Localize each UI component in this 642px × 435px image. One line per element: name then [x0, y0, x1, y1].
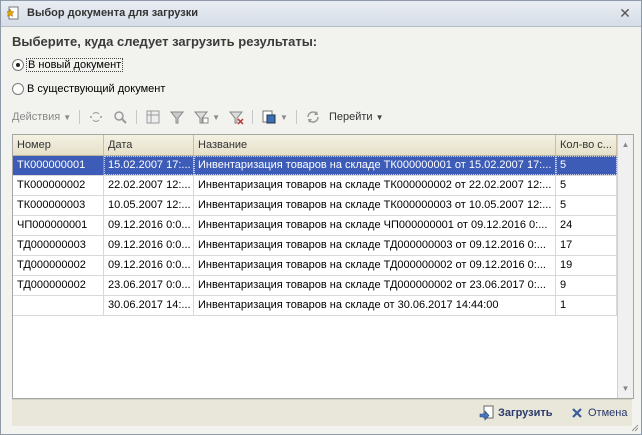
toolbar-divider	[252, 110, 254, 124]
cell-name: Инвентаризация товаров на складе от 30.0…	[194, 296, 556, 315]
cell-count: 5	[556, 176, 617, 195]
goto-label: Перейти	[328, 111, 373, 123]
cell-count: 9	[556, 276, 617, 295]
scroll-down-icon[interactable]: ▼	[618, 381, 633, 396]
actions-menu[interactable]: Действия ▼	[12, 107, 71, 127]
cell-date: 23.06.2017 0:0...	[104, 276, 194, 295]
cell-name: Инвентаризация товаров на складе ТК00000…	[194, 176, 556, 195]
chevron-down-icon: ▼	[63, 112, 72, 122]
refresh-icon	[307, 111, 319, 123]
cell-count: 24	[556, 216, 617, 235]
cell-name: Инвентаризация товаров на складе ЧП00000…	[194, 216, 556, 235]
cell-count: 17	[556, 236, 617, 255]
vertical-scrollbar[interactable]: ▲ ▼	[617, 135, 633, 398]
cell-count: 1	[556, 296, 617, 315]
dialog-footer: Загрузить Отмена	[12, 399, 632, 426]
option-existing-document[interactable]: В существующий документ	[12, 81, 165, 97]
toolbar: Действия ▼ ▼ ▼ Перейти ▼	[12, 107, 632, 127]
find-icon	[114, 111, 127, 124]
resize-grip-icon[interactable]	[629, 422, 639, 432]
table-row[interactable]: ТК000000002 22.02.2007 12:... Инвентариз…	[13, 176, 617, 196]
cell-count: 19	[556, 256, 617, 275]
cell-date: 09.12.2016 0:0...	[104, 236, 194, 255]
document-star-icon	[7, 6, 19, 20]
scroll-up-icon[interactable]: ▲	[618, 137, 633, 152]
filter-table-button[interactable]	[145, 107, 161, 127]
load-label: Загрузить	[498, 407, 553, 419]
table-filter-icon	[146, 110, 160, 124]
clear-filter-button[interactable]	[228, 107, 244, 127]
option-label: В существующий документ	[27, 83, 166, 95]
column-header-date[interactable]: Дата	[104, 135, 194, 155]
cell-count: 5	[556, 156, 617, 175]
cell-count: 5	[556, 196, 617, 215]
toolbar-divider	[79, 110, 81, 124]
dialog-window: Выбор документа для загрузки ✕ Выберите,…	[0, 0, 642, 435]
cell-number: ТД000000002	[13, 256, 104, 275]
cell-number: ТД000000003	[13, 236, 104, 255]
goto-menu[interactable]: Перейти ▼	[329, 107, 384, 127]
table-row[interactable]: ТК000000003 10.05.2007 12:... Инвентариз…	[13, 196, 617, 216]
cell-number: ТК000000001	[13, 156, 104, 175]
table-row[interactable]: ТД000000003 09.12.2016 0:0... Инвентариз…	[13, 236, 617, 256]
load-icon	[479, 405, 494, 421]
refresh-button[interactable]	[305, 107, 321, 127]
cell-name: Инвентаризация товаров на складе ТД00000…	[194, 236, 556, 255]
cell-date: 09.12.2016 0:0...	[104, 216, 194, 235]
chevron-down-icon: ▼	[280, 112, 288, 122]
table-row[interactable]: ЧП000000001 09.12.2016 0:0... Инвентариз…	[13, 216, 617, 236]
actions-label: Действия	[12, 111, 61, 123]
window-title: Выбор документа для загрузки	[27, 7, 199, 19]
cell-number: ЧП000000001	[13, 216, 104, 235]
filter-settings-menu[interactable]: ▼	[193, 107, 220, 127]
radio-existing-document[interactable]	[12, 83, 24, 95]
cancel-icon	[572, 408, 582, 418]
filter-icon	[170, 111, 185, 124]
column-header-number[interactable]: Номер	[13, 135, 104, 155]
table-body: ТК000000001 15.02.2007 17:... Инвентариз…	[13, 156, 617, 316]
table-row[interactable]: ТК000000001 15.02.2007 17:... Инвентариз…	[13, 156, 617, 176]
filter-settings-icon	[194, 111, 209, 124]
document-structure-icon	[262, 110, 276, 124]
chevron-down-icon: ▼	[212, 112, 221, 122]
option-new-document[interactable]: В новый документ	[12, 57, 124, 73]
cell-date: 09.12.2016 0:0...	[104, 256, 194, 275]
cancel-label: Отмена	[588, 407, 628, 419]
cell-number	[13, 296, 104, 315]
chevron-down-icon: ▼	[375, 112, 384, 122]
link-icon	[90, 112, 103, 122]
documents-table[interactable]: Номер Дата Название Кол-во с... ТК000000…	[12, 134, 634, 399]
clear-filter-icon	[228, 111, 244, 125]
table-row[interactable]: 30.06.2017 14:... Инвентаризация товаров…	[13, 296, 617, 316]
cell-name: Инвентаризация товаров на складе ТД00000…	[194, 256, 556, 275]
toolbar-divider	[136, 110, 138, 124]
title-bar: Выбор документа для загрузки ✕	[1, 1, 641, 27]
page-title: Выберите, куда следует загрузить результ…	[12, 34, 318, 49]
link-button[interactable]	[88, 107, 104, 127]
cell-date: 15.02.2007 17:...	[104, 156, 194, 175]
cancel-button[interactable]: Отмена	[569, 405, 627, 421]
cell-name: Инвентаризация товаров на складе ТД00000…	[194, 276, 556, 295]
cell-date: 30.06.2017 14:...	[104, 296, 194, 315]
cell-number: ТД000000002	[13, 276, 104, 295]
load-button[interactable]: Загрузить	[479, 405, 553, 421]
option-label: В новый документ	[25, 58, 124, 72]
structure-menu[interactable]: ▼	[261, 107, 288, 127]
filter-button[interactable]	[169, 107, 185, 127]
cell-date: 10.05.2007 12:...	[104, 196, 194, 215]
cell-date: 22.02.2007 12:...	[104, 176, 194, 195]
cell-number: ТК000000002	[13, 176, 104, 195]
toolbar-divider	[295, 110, 297, 124]
table-row[interactable]: ТД000000002 09.12.2016 0:0... Инвентариз…	[13, 256, 617, 276]
table-row[interactable]: ТД000000002 23.06.2017 0:0... Инвентариз…	[13, 276, 617, 296]
column-header-name[interactable]: Название	[194, 135, 556, 155]
radio-new-document[interactable]	[12, 59, 24, 71]
column-header-count[interactable]: Кол-во с...	[556, 135, 617, 155]
close-icon[interactable]: ✕	[617, 5, 633, 21]
find-button[interactable]	[112, 107, 128, 127]
cell-number: ТК000000003	[13, 196, 104, 215]
table-header: Номер Дата Название Кол-во с...	[13, 135, 617, 156]
cell-name: Инвентаризация товаров на складе ТК00000…	[194, 156, 556, 175]
cell-name: Инвентаризация товаров на складе ТК00000…	[194, 196, 556, 215]
